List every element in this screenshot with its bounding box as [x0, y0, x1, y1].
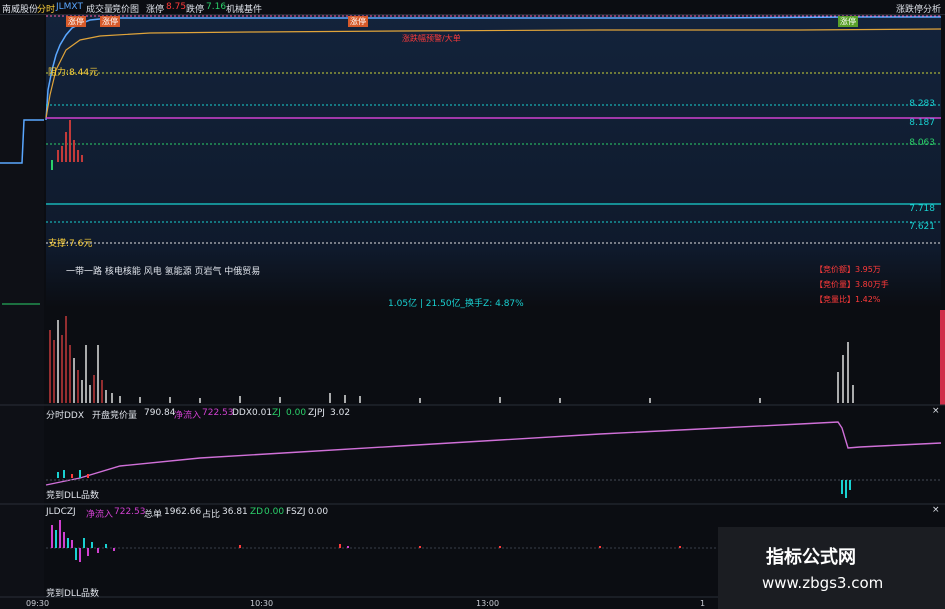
support-label: 支撑:7.6元 — [48, 239, 93, 249]
zjpj-value: 3.02 — [330, 408, 351, 418]
volume-bars — [49, 316, 854, 403]
watermark-url: www.zbgs3.com — [762, 574, 884, 592]
zd-value: 0.00 — [264, 507, 285, 517]
zjpj-label: ZJPJ — [308, 408, 325, 418]
ddx-net-value: 722.53 — [202, 408, 234, 418]
center-note: 涨跌幅预警/大单 — [402, 34, 461, 43]
ddx-open-value: 790.84 — [144, 408, 176, 418]
ddx-value: 0.01 — [252, 408, 273, 418]
ddx-footer: 竞到DLL品数 — [46, 491, 99, 501]
jldczj-header: JLDCZJ 净流入 722.53 总单 1962.66 占比 36.81 ZD… — [46, 505, 941, 520]
level-label-2: 8.187 — [909, 118, 935, 128]
jldczj-bars — [51, 520, 681, 562]
level-label-1: 8.283 — [909, 99, 935, 109]
time-tick-1300: 13:00 — [476, 599, 500, 608]
level-label-5: 7.621 — [909, 222, 935, 232]
zd-label: ZD — [250, 507, 264, 517]
level-label-3: 8.063 — [909, 138, 935, 148]
ddx-close-icon[interactable]: × — [932, 406, 940, 416]
news-concepts: 一带一路 核电核能 风电 氢能源 页岩气 中俄贸易 — [66, 267, 261, 277]
jldczj-footer: 竞到DLL品数 — [46, 589, 99, 599]
jldczj-total-value: 1962.66 — [164, 507, 202, 517]
watermark: 指标公式网 www.zbgs3.com — [718, 527, 945, 609]
early-red-bars — [57, 120, 83, 162]
jldczj-close-icon[interactable]: × — [932, 505, 940, 515]
jldczj-ratio-label: 占比 — [202, 510, 221, 520]
resistance-label: 阻力:8.44元 — [48, 68, 99, 78]
ddx-title[interactable]: 分时DDX — [46, 408, 84, 421]
fszj-value: 0.00 — [308, 507, 329, 517]
time-tick-1030: 10:30 — [250, 599, 274, 608]
limit-tag-1: 涨停 — [66, 16, 86, 27]
limit-tag-2: 涨停 — [100, 16, 120, 27]
ddx-header: 分时DDX 开盘竞价量 790.84 净流入 722.53 DDX 0.01 Z… — [46, 406, 941, 421]
time-tick-open: 09:30 — [26, 599, 50, 608]
jldczj-net-label: 净流入 — [86, 510, 114, 520]
left-price-trace — [0, 119, 44, 164]
jldczj-title[interactable]: JLDCZJ — [46, 507, 76, 517]
turnover-info: 1.05亿 | 21.50亿_换手Z: 4.87% — [388, 299, 524, 309]
limit-tag-3: 涨停 — [348, 16, 368, 27]
ddx-label: DDX — [232, 408, 253, 418]
ddx-late-bars — [841, 480, 851, 498]
auction-ratio: 【竞量比】1.42% — [815, 295, 881, 304]
ddx-net-label: 净流入 — [174, 411, 202, 421]
auction-amount: 【竞价额】3.95万 — [815, 265, 881, 274]
time-tick-end: 1 — [700, 599, 706, 608]
jldczj-ratio-value: 36.81 — [222, 507, 248, 517]
level-label-4: 7.718 — [909, 204, 935, 214]
jldczj-net-value: 722.53 — [114, 507, 146, 517]
fszj-label: FSZJ — [286, 507, 306, 517]
ddx-netflow-line — [45, 421, 942, 486]
jldczj-total-label: 总单 — [144, 510, 163, 520]
zj-value: 0.00 — [286, 408, 307, 418]
watermark-title: 指标公式网 — [766, 547, 856, 568]
limit-tag-4: 涨停 — [838, 16, 858, 27]
auction-volume: 【竞价量】3.80万手 — [815, 280, 889, 289]
zj-label: ZJ — [272, 408, 281, 418]
ddx-open-label: 开盘竞价量 — [92, 411, 138, 421]
